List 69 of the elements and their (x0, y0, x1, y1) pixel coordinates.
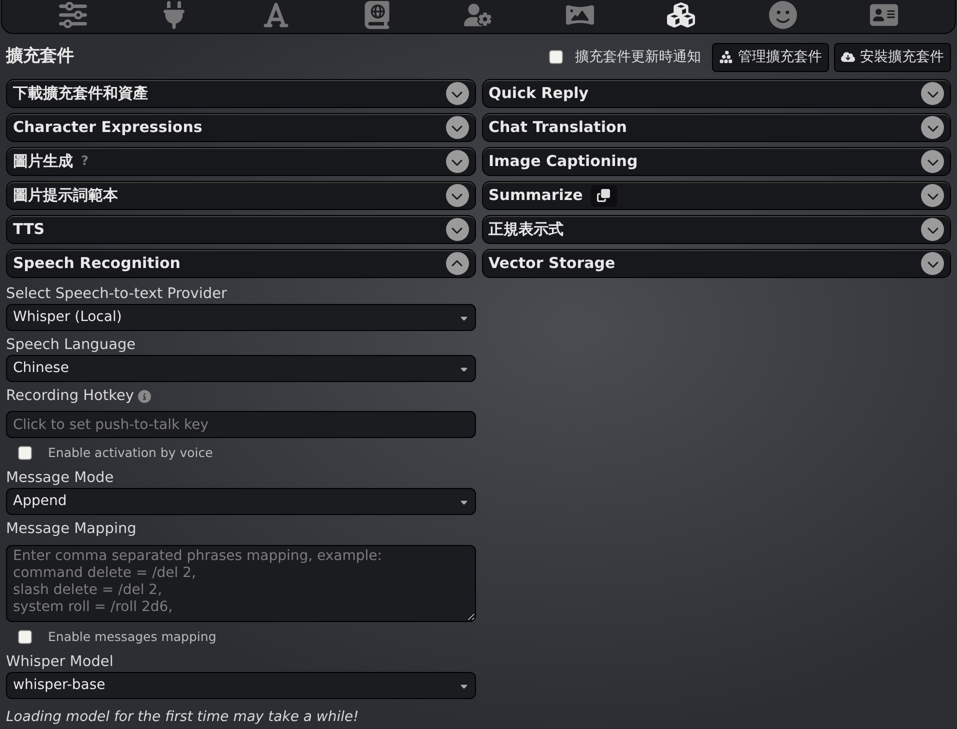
toolbar-button[interactable]: 管理擴充套件 (712, 42, 829, 72)
drawer-title: 正規表示式 (488, 219, 564, 240)
field-label: Speech Language (6, 336, 137, 355)
smiley-icon[interactable] (768, 0, 797, 28)
drawer-header[interactable]: Quick Reply (482, 79, 951, 108)
sliders-icon[interactable] (58, 0, 87, 28)
expand-chevron-icon[interactable] (921, 252, 944, 275)
expand-chevron-icon[interactable] (446, 184, 468, 207)
checkbox-label: 擴充套件更新時通知 (575, 48, 701, 66)
expand-chevron-icon[interactable] (921, 184, 944, 207)
field-label: Message Mode (6, 469, 115, 488)
drawer-title: Vector Storage (488, 253, 616, 274)
drawer-header[interactable]: Vector Storage (482, 249, 951, 278)
field-label: Recording Hotkey (6, 387, 134, 406)
cloud-download-icon (841, 50, 855, 64)
drawer-title: Image Captioning (488, 151, 638, 172)
drawer-title: 圖片生成 (13, 151, 73, 172)
drawer-header[interactable]: Chat Translation (482, 113, 951, 142)
help-mark[interactable]: ? (81, 152, 89, 172)
book-icon[interactable] (363, 0, 392, 28)
expand-chevron-icon[interactable] (921, 150, 944, 173)
checkbox[interactable] (18, 630, 32, 644)
drawer-title: Chat Translation (488, 117, 627, 138)
text-area[interactable]: Enter comma separated phrases mapping, example: command delete = /del 2, slash delete = /del 2, system roll = /roll 2d6, (6, 545, 476, 622)
dropdown[interactable]: Whisper (Local) (6, 304, 476, 331)
cubes-icon[interactable] (667, 0, 696, 28)
expand-chevron-icon[interactable] (446, 218, 468, 241)
drawer-header[interactable]: Character Expressions (6, 113, 476, 142)
expand-chevron-icon[interactable] (446, 116, 468, 139)
dropdown[interactable]: Chinese (6, 355, 476, 382)
field-label: Message Mapping (6, 520, 138, 539)
collapse-chevron-icon[interactable] (446, 252, 468, 275)
drawer-header[interactable]: Image Captioning (482, 147, 951, 176)
expand-chevron-icon[interactable] (446, 150, 468, 173)
checkbox-label: Enable messages mapping (48, 628, 216, 646)
drawer-header[interactable]: TTS (6, 215, 476, 244)
drawer-title: Summarize (488, 185, 583, 206)
dropdown[interactable]: Append (6, 488, 476, 515)
drawer-title: Character Expressions (13, 117, 202, 138)
checkbox[interactable] (18, 446, 32, 460)
letter-icon[interactable] (262, 0, 290, 28)
drawer-header[interactable]: 下載擴充套件和資產 (6, 79, 476, 108)
input-field[interactable]: Click to set push-to-talk key (6, 411, 476, 438)
checkbox-label: Enable activation by voice (48, 444, 213, 462)
drawer-header[interactable]: 正規表示式 (482, 215, 951, 244)
expand-chevron-icon[interactable] (921, 218, 944, 241)
drawer-header[interactable]: 圖片生成 ? (6, 147, 476, 176)
drawer-title: 下載擴充套件和資產 (13, 83, 148, 104)
drawer-header[interactable]: 圖片提示詞範本 (6, 181, 476, 210)
drawer-title: Quick Reply (488, 83, 589, 104)
copy-button[interactable] (590, 184, 617, 206)
expand-chevron-icon[interactable] (921, 116, 944, 139)
dropdown[interactable]: whisper-base (6, 672, 476, 699)
checkbox[interactable] (549, 50, 563, 64)
toolbar-button[interactable]: 安裝擴充套件 (834, 42, 951, 72)
panel-title: 擴充套件 (6, 45, 74, 68)
drawer-title: Speech Recognition (13, 253, 180, 274)
drawer-title: TTS (13, 219, 45, 240)
cubes-icon (719, 50, 733, 64)
expand-chevron-icon[interactable] (446, 82, 468, 105)
expand-chevron-icon[interactable] (921, 82, 944, 105)
drawer-header[interactable]: Summarize (482, 181, 951, 210)
note-text: Loading model for the first time may take a while! (6, 708, 360, 727)
field-label: Select Speech-to-text Provider (6, 285, 228, 304)
field-label: Whisper Model (6, 653, 114, 672)
drawer-header[interactable]: Speech Recognition (6, 249, 476, 278)
drawer-title: 圖片提示詞範本 (13, 185, 118, 206)
copy-icon (597, 189, 610, 202)
info-icon[interactable] (138, 390, 151, 402)
